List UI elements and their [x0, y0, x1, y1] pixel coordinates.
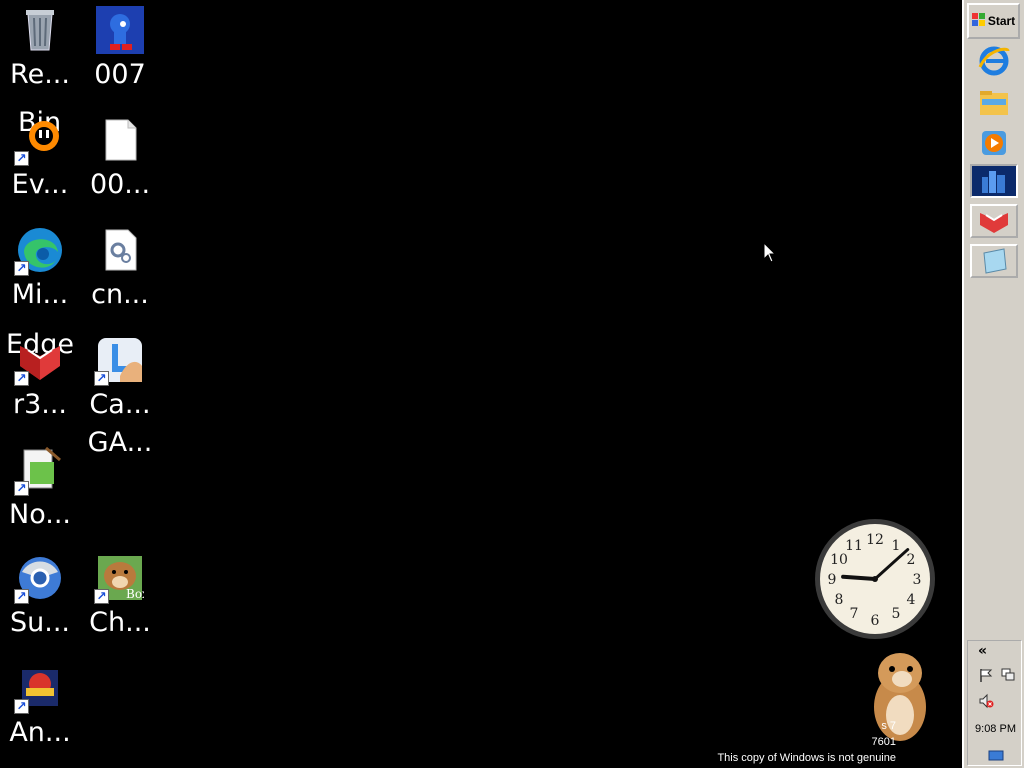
desktop[interactable]: Re... Bin ↗ Ev... ↗ Mi... Edge [0, 0, 962, 768]
windows-logo-icon [971, 12, 986, 30]
ga-desktop-icon[interactable]: GA... [80, 422, 160, 458]
mouse-cursor-icon [763, 242, 777, 263]
desktop-icon-label: No... [9, 499, 71, 530]
volume-muted-icon[interactable] [978, 693, 994, 709]
desktop-icon-label: 00... [89, 169, 151, 200]
r3-desktop-icon[interactable]: ↗ r3... [0, 336, 80, 420]
watermark-line-2: 7601 [871, 736, 896, 748]
svg-text:3: 3 [913, 572, 922, 588]
shortcut-arrow-icon: ↗ [14, 261, 29, 276]
desktop-icon-label: Re... [10, 59, 70, 90]
shortcut-arrow-icon: ↗ [94, 589, 109, 604]
watermark-genuine-notice: This copy of Windows is not genuine [717, 752, 896, 764]
svg-text:2: 2 [907, 552, 916, 568]
shortcut-arrow-icon: ↗ [14, 151, 29, 166]
start-label: Start [987, 14, 1016, 28]
system-tray: « 9:08 PM [967, 640, 1022, 766]
media-player-icon [982, 131, 1006, 155]
taskbar-media-player-button[interactable] [970, 126, 1018, 160]
desktop-icon-label: r3... [12, 389, 68, 420]
desktop-icon-label: Su... [10, 607, 70, 638]
su-desktop-icon[interactable]: ↗ Su... [0, 554, 80, 638]
ca-app-icon: ↗ [94, 336, 144, 386]
desktop-icon-label: GA... [87, 427, 153, 458]
edge-icon: ↗ [14, 226, 64, 276]
notepad-window-icon [983, 248, 1007, 274]
recycle-bin-icon [16, 6, 64, 54]
shortcut-arrow-icon: ↗ [14, 699, 29, 714]
tray-expand-button[interactable]: « [978, 643, 987, 659]
svg-text:4: 4 [907, 592, 916, 608]
taskbar-clock[interactable]: 9:08 PM [968, 723, 1023, 735]
svg-text:11: 11 [845, 538, 863, 554]
recycle-bin-desktop-icon[interactable]: Re... [0, 6, 80, 90]
svg-text:Box: Box [126, 587, 144, 601]
shortcut-arrow-icon: ↗ [94, 371, 109, 386]
network-icon[interactable] [1000, 667, 1016, 683]
svg-text:5: 5 [892, 606, 901, 622]
city-app-icon [982, 171, 1005, 193]
notepad-desktop-icon[interactable]: ↗ No... [0, 446, 80, 530]
ca-desktop-icon[interactable]: ↗ Ca... [80, 336, 160, 420]
internet-explorer-icon [978, 46, 1010, 76]
desktop-icon-label: cn... [91, 279, 149, 310]
svg-text:9: 9 [828, 572, 837, 588]
config-file-icon [96, 226, 144, 274]
show-desktop-icon[interactable] [988, 749, 1004, 763]
svg-text:8: 8 [835, 592, 844, 608]
browser-icon: ↗ [14, 554, 64, 604]
windows-watermark: s 7 7601 This copy of Windows is not gen… [717, 718, 896, 766]
shortcut-arrow-icon: ↗ [14, 481, 29, 496]
blank-file-icon [96, 116, 144, 164]
ev-desktop-icon[interactable]: ↗ Ev... [0, 116, 80, 200]
taskbar-city-app-button[interactable] [970, 164, 1018, 198]
svg-text:7: 7 [850, 606, 859, 622]
desktop-icon-label: 007 [94, 59, 146, 90]
taskbar-explorer-button[interactable] [970, 86, 1018, 120]
file-explorer-icon [980, 91, 1008, 115]
svg-text:10: 10 [830, 552, 848, 568]
svg-text:12: 12 [866, 532, 884, 548]
desktop-icon-label: Ev... [11, 169, 69, 200]
sonic-icon [96, 6, 144, 54]
start-button[interactable]: Start [967, 3, 1020, 39]
desktop-icon-label: Ch... [89, 607, 151, 638]
svg-text:1: 1 [892, 538, 901, 554]
taskbar-r3-button[interactable] [970, 204, 1018, 238]
taskbar-notepad-button[interactable] [970, 244, 1018, 278]
007-desktop-icon[interactable]: 007 [80, 6, 160, 90]
notepad-icon: ↗ [14, 446, 64, 496]
analog-clock-gadget[interactable]: 12 12 345 678 91011 [813, 517, 937, 641]
clock-hour-hand [841, 574, 877, 581]
action-center-flag-icon[interactable] [978, 667, 994, 683]
desktop-icon-label: Ca... [89, 389, 151, 420]
everything-icon: ↗ [14, 116, 64, 166]
desktop-icon-label: An... [9, 717, 71, 748]
ch-desktop-icon[interactable]: Box ↗ Ch... [80, 554, 160, 638]
hamster-box-icon: Box ↗ [94, 554, 149, 604]
r3-app-icon: ↗ [14, 336, 64, 386]
shortcut-arrow-icon: ↗ [14, 589, 29, 604]
svg-text:6: 6 [871, 613, 880, 629]
edge-desktop-icon[interactable]: ↗ Mi... [0, 226, 80, 310]
desktop-icon-label: Mi... [11, 279, 69, 310]
r3-app-icon [980, 213, 1008, 233]
an-desktop-icon[interactable]: ↗ An... [0, 664, 80, 748]
00-desktop-icon[interactable]: 00... [80, 116, 160, 200]
taskbar: Start « 9:08 PM [962, 0, 1024, 768]
taskbar-ie-button[interactable] [970, 44, 1018, 78]
shortcut-arrow-icon: ↗ [14, 371, 29, 386]
star-wars-icon: ↗ [14, 664, 64, 714]
cn-desktop-icon[interactable]: cn... [80, 226, 160, 310]
watermark-line-1: s 7 [881, 720, 896, 732]
